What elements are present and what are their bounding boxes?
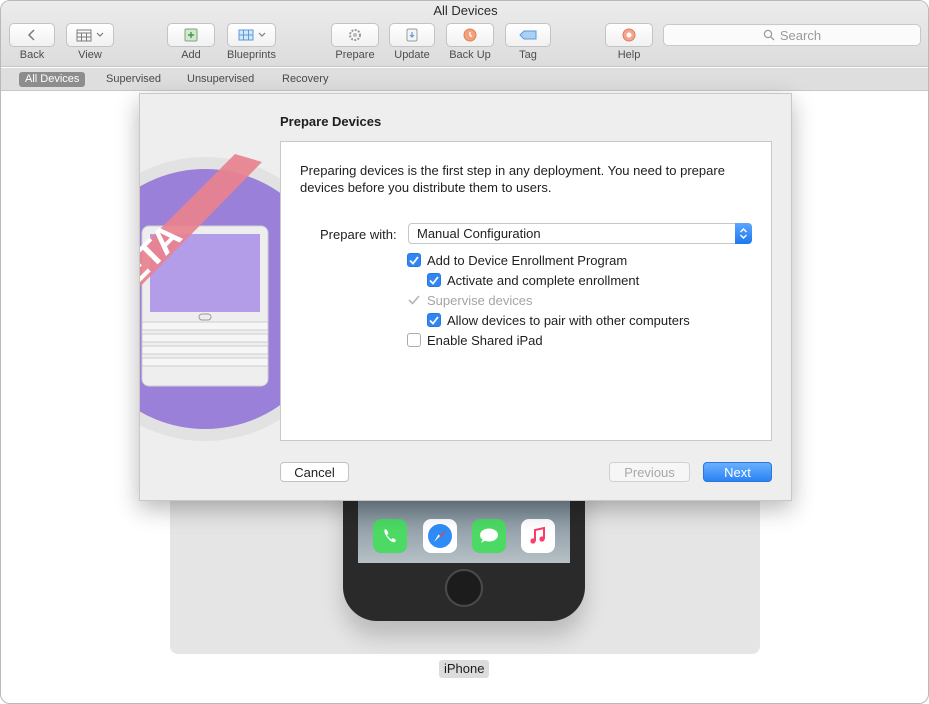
add-button[interactable] (167, 23, 215, 47)
search-icon (763, 29, 775, 41)
scope-recovery[interactable]: Recovery (276, 72, 334, 87)
checkbox-checked-icon[interactable] (427, 313, 441, 327)
search-placeholder: Search (779, 27, 822, 43)
blueprints-button[interactable] (227, 23, 276, 47)
update-icon (406, 28, 418, 42)
update-label: Update (394, 49, 430, 61)
backup-icon (463, 28, 477, 42)
prepare-button[interactable] (331, 23, 379, 47)
tag-label: Tag (519, 49, 537, 61)
checkbox-unchecked-icon[interactable] (407, 333, 421, 347)
option-shared-ipad[interactable]: Enable Shared iPad (407, 332, 543, 348)
back-up-label: Back Up (449, 49, 491, 61)
messages-app-icon (472, 519, 506, 553)
search-field[interactable]: Search (663, 24, 921, 46)
help-label: Help (617, 49, 641, 61)
prepare-with-label: Prepare with: (320, 227, 397, 242)
option-label: Allow devices to pair with other compute… (447, 312, 690, 328)
blueprint-grid-icon (238, 29, 253, 41)
add-device-icon (184, 28, 198, 42)
scope-bar: All Devices Supervised Unsupervised Reco… (1, 68, 928, 91)
phone-app-icon (373, 519, 407, 553)
option-activate-enrollment[interactable]: Activate and complete enrollment (427, 272, 639, 288)
safari-app-icon (423, 519, 457, 553)
help-lifebuoy-icon (622, 28, 636, 42)
music-app-icon (521, 519, 555, 553)
chevron-down-icon (258, 32, 265, 37)
cancel-button[interactable]: Cancel (280, 462, 349, 482)
prepare-devices-sheet: BETA Prepare Devices Preparing devices i… (139, 93, 792, 501)
add-label: Add (181, 49, 201, 61)
tag-button[interactable] (505, 23, 551, 47)
prepare-label: Prepare (335, 49, 375, 61)
back-button[interactable] (9, 23, 55, 47)
content-box: Preparing devices is the first step in a… (280, 141, 772, 441)
prepare-with-value: Manual Configuration (417, 226, 541, 241)
toolbar: All Devices Back View Add Blueprints Pre… (1, 1, 928, 67)
blueprints-label: Blueprints (227, 49, 276, 61)
checkbox-checked-icon[interactable] (427, 273, 441, 287)
back-label: Back (19, 49, 45, 61)
prepare-with-popup[interactable]: Manual Configuration (408, 223, 752, 244)
back-up-button[interactable] (446, 23, 494, 47)
intro-text: Preparing devices is the first step in a… (300, 163, 725, 195)
app-window: All Devices Back View Add Blueprints Pre… (0, 0, 929, 704)
gear-icon (349, 29, 361, 41)
scope-unsupervised[interactable]: Unsupervised (181, 72, 260, 87)
next-button[interactable]: Next (703, 462, 772, 482)
chevron-left-icon (27, 29, 35, 41)
sheet-title: Prepare Devices (280, 114, 382, 129)
previous-button: Previous (609, 462, 690, 482)
view-button[interactable] (66, 23, 114, 47)
tag-icon (519, 30, 537, 40)
checkbox-checked-icon[interactable] (407, 253, 421, 267)
option-supervise-devices: Supervise devices (407, 292, 533, 308)
device-name[interactable]: iPhone (439, 660, 490, 678)
popup-stepper-icon (735, 223, 752, 244)
update-button[interactable] (389, 23, 435, 47)
view-label: View (78, 49, 102, 61)
checkbox-disabled-check-icon (407, 293, 421, 307)
option-label: Add to Device Enrollment Program (427, 252, 628, 268)
home-button (445, 569, 483, 607)
window-title: All Devices (433, 3, 498, 18)
help-button[interactable] (605, 23, 653, 47)
option-add-to-dep[interactable]: Add to Device Enrollment Program (407, 252, 627, 268)
option-label: Activate and complete enrollment (447, 272, 640, 288)
scope-supervised[interactable]: Supervised (100, 72, 167, 87)
scope-all-devices[interactable]: All Devices (19, 72, 86, 87)
calendar-grid-icon (76, 29, 92, 41)
option-label: Enable Shared iPad (427, 332, 543, 348)
option-label: Supervise devices (427, 292, 533, 308)
chevron-down-icon (96, 32, 104, 37)
option-allow-pairing[interactable]: Allow devices to pair with other compute… (427, 312, 690, 328)
